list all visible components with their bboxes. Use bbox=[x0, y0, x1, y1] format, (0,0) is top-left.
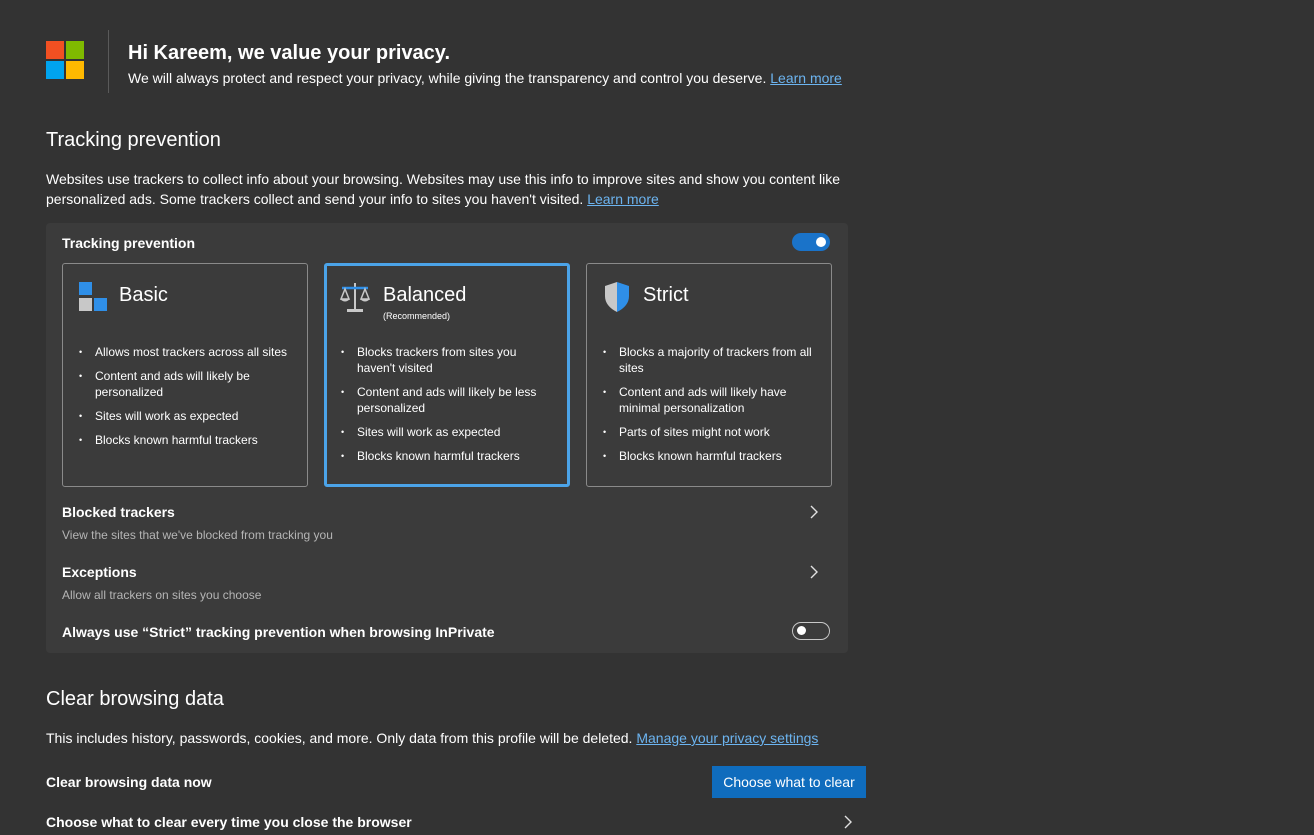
toggle-knob bbox=[816, 237, 826, 247]
exceptions-title: Exceptions bbox=[62, 564, 137, 580]
tracking-option-strict[interactable]: Strict Blocks a majority of trackers fro… bbox=[586, 263, 832, 487]
privacy-subtitle: We will always protect and respect your … bbox=[128, 70, 842, 86]
list-item: Blocks known harmful trackers bbox=[339, 448, 555, 464]
list-item: Blocks a majority of trackers from all s… bbox=[601, 344, 817, 376]
clear-section-title: Clear browsing data bbox=[46, 688, 224, 710]
logo-blue-square bbox=[46, 61, 64, 79]
list-item: Blocks known harmful trackers bbox=[601, 448, 817, 464]
list-item: Allows most trackers across all sites bbox=[77, 344, 293, 360]
choose-what-to-clear-button[interactable]: Choose what to clear bbox=[712, 766, 866, 798]
option-bullets-strict: Blocks a majority of trackers from all s… bbox=[601, 344, 817, 472]
logo-yellow-square bbox=[66, 61, 84, 79]
list-item: Content and ads will likely have minimal… bbox=[601, 384, 817, 416]
basic-blocks-icon bbox=[79, 282, 107, 311]
list-item: Parts of sites might not work bbox=[601, 424, 817, 440]
chevron-right-icon bbox=[810, 565, 818, 579]
microsoft-logo-icon bbox=[46, 41, 84, 79]
manage-privacy-settings-link[interactable]: Manage your privacy settings bbox=[636, 730, 818, 746]
inprivate-strict-toggle[interactable] bbox=[792, 622, 830, 640]
option-bullets-balanced: Blocks trackers from sites you haven't v… bbox=[339, 344, 555, 472]
clear-description: This includes history, passwords, cookie… bbox=[46, 728, 866, 748]
exceptions-row[interactable]: Exceptions Allow all trackers on sites y… bbox=[46, 557, 848, 611]
option-subtitle-balanced: (Recommended) bbox=[383, 311, 451, 321]
tracking-option-basic[interactable]: Basic Allows most trackers across all si… bbox=[62, 263, 308, 487]
chevron-right-icon bbox=[810, 505, 818, 519]
blocked-trackers-subtitle: View the sites that we've blocked from t… bbox=[62, 528, 333, 542]
exceptions-subtitle: Allow all trackers on sites you choose bbox=[62, 588, 262, 602]
chevron-right-icon bbox=[844, 815, 852, 829]
list-item: Sites will work as expected bbox=[339, 424, 555, 440]
list-item: Blocks trackers from sites you haven't v… bbox=[339, 344, 555, 376]
option-title-strict: Strict bbox=[643, 284, 689, 306]
privacy-greeting: Hi Kareem, we value your privacy. bbox=[128, 42, 451, 64]
option-title-balanced: Balanced bbox=[383, 284, 467, 306]
header-divider bbox=[108, 30, 109, 93]
blocked-trackers-row[interactable]: Blocked trackers View the sites that we'… bbox=[46, 497, 848, 551]
clear-now-label: Clear browsing data now bbox=[46, 774, 212, 790]
shield-icon bbox=[605, 282, 629, 312]
list-item: Blocks known harmful trackers bbox=[77, 432, 293, 448]
balance-scale-icon bbox=[339, 283, 371, 312]
tracking-description: Websites use trackers to collect info ab… bbox=[46, 169, 866, 209]
tracking-prevention-card: Tracking prevention Basic Allows most tr… bbox=[46, 223, 848, 653]
option-title-basic: Basic bbox=[119, 284, 168, 306]
privacy-subtitle-text: We will always protect and respect your … bbox=[128, 70, 767, 86]
tracking-section-title: Tracking prevention bbox=[46, 129, 221, 151]
tracking-prevention-toggle[interactable] bbox=[792, 233, 830, 251]
logo-red-square bbox=[46, 41, 64, 59]
tracking-option-balanced[interactable]: Balanced (Recommended) Blocks trackers f… bbox=[324, 263, 570, 487]
toggle-knob bbox=[797, 626, 806, 635]
blocked-trackers-title: Blocked trackers bbox=[62, 504, 175, 520]
tracking-card-title: Tracking prevention bbox=[62, 235, 196, 251]
list-item: Sites will work as expected bbox=[77, 408, 293, 424]
option-bullets-basic: Allows most trackers across all sites Co… bbox=[77, 344, 293, 456]
clear-on-close-row[interactable]: Choose what to clear every time you clos… bbox=[46, 808, 866, 835]
clear-on-close-label: Choose what to clear every time you clos… bbox=[46, 814, 412, 830]
tracking-learn-more-link[interactable]: Learn more bbox=[587, 191, 659, 207]
header-learn-more-link[interactable]: Learn more bbox=[770, 70, 842, 86]
inprivate-strict-label: Always use “Strict” tracking prevention … bbox=[62, 624, 495, 640]
list-item: Content and ads will likely be personali… bbox=[77, 368, 293, 400]
list-item: Content and ads will likely be less pers… bbox=[339, 384, 555, 416]
clear-description-text: This includes history, passwords, cookie… bbox=[46, 730, 633, 746]
logo-green-square bbox=[66, 41, 84, 59]
tracking-description-text: Websites use trackers to collect info ab… bbox=[46, 171, 840, 207]
